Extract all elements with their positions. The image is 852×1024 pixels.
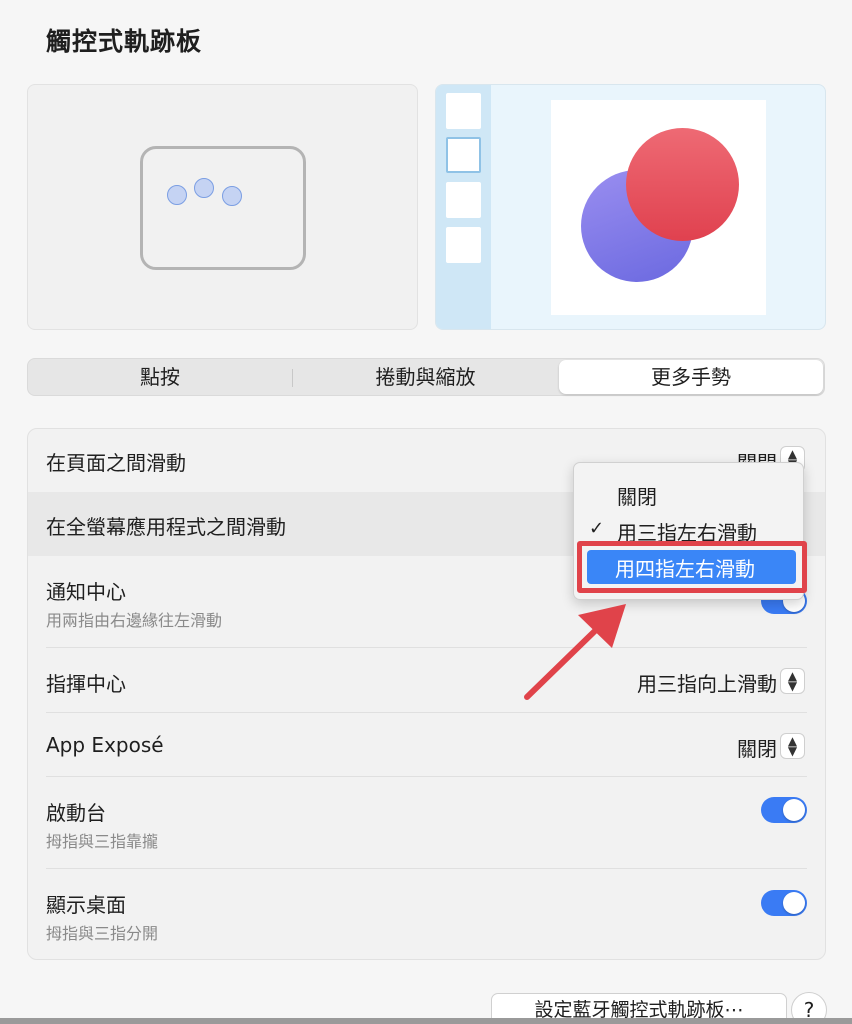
dock-edge xyxy=(0,1018,852,1024)
app-expose-label: App Exposé xyxy=(46,733,164,757)
tab-scroll-zoom[interactable]: 捲動與縮放 xyxy=(293,359,558,395)
dropdown-item-four-finger[interactable]: 用四指左右滑動 xyxy=(587,550,796,584)
row-show-desktop: 顯示桌面 拇指與三指分開 xyxy=(28,869,825,959)
finger-dot xyxy=(167,185,187,205)
app-expose-stepper[interactable]: ▲ ▼ xyxy=(780,733,805,759)
show-desktop-toggle[interactable] xyxy=(761,890,807,916)
row-mission-control: 指揮中心 用三指向上滑動 ▲ ▼ xyxy=(28,648,825,712)
show-desktop-sub: 拇指與三指分開 xyxy=(46,924,159,943)
page-title: 觸控式軌跡板 xyxy=(46,27,203,56)
toggle-knob xyxy=(783,799,805,821)
checkmark-icon: ✓ xyxy=(589,518,605,539)
toggle-knob xyxy=(783,892,805,914)
show-desktop-label: 顯示桌面 xyxy=(46,893,126,917)
dropdown-item-off[interactable]: 關閉 xyxy=(617,481,657,510)
swipe-pages-label: 在頁面之間滑動 xyxy=(46,451,186,475)
slide-thumbnail-selected xyxy=(446,137,481,173)
mission-control-stepper[interactable]: ▲ ▼ xyxy=(780,668,805,694)
trackpad-illustration xyxy=(140,146,306,270)
slide-thumbnail xyxy=(446,227,481,263)
notification-center-label: 通知中心 xyxy=(46,580,126,604)
slide-thumbnail xyxy=(446,182,481,218)
slide-canvas xyxy=(551,100,766,315)
launchpad-label: 啟動台 xyxy=(46,801,106,825)
app-preview xyxy=(435,84,826,330)
mission-control-value[interactable]: 用三指向上滑動 xyxy=(637,668,777,697)
slide-thumbnail xyxy=(446,93,481,129)
mission-control-label: 指揮中心 xyxy=(46,672,126,696)
red-circle-shape xyxy=(626,128,739,241)
app-expose-value[interactable]: 關閉 xyxy=(737,733,777,762)
dropdown-item-four-finger-label: 用四指左右滑動 xyxy=(615,557,755,581)
finger-dot xyxy=(194,178,214,198)
row-launchpad: 啟動台 拇指與三指靠攏 xyxy=(28,777,825,869)
tab-click[interactable]: 點按 xyxy=(28,359,292,395)
notification-center-sub: 用兩指由右邊緣往左滑動 xyxy=(46,611,223,630)
launchpad-sub: 拇指與三指靠攏 xyxy=(46,832,159,851)
launchpad-toggle[interactable] xyxy=(761,797,807,823)
tab-bar: 點按 捲動與縮放 更多手勢 xyxy=(27,358,825,396)
swipe-fullscreen-label: 在全螢幕應用程式之間滑動 xyxy=(46,515,286,539)
finger-dot xyxy=(222,186,242,206)
row-app-expose: App Exposé 關閉 ▲ ▼ xyxy=(28,713,825,777)
tab-more-gestures[interactable]: 更多手勢 xyxy=(559,360,823,394)
thumbnail-strip xyxy=(436,85,491,329)
gesture-preview xyxy=(27,84,418,330)
